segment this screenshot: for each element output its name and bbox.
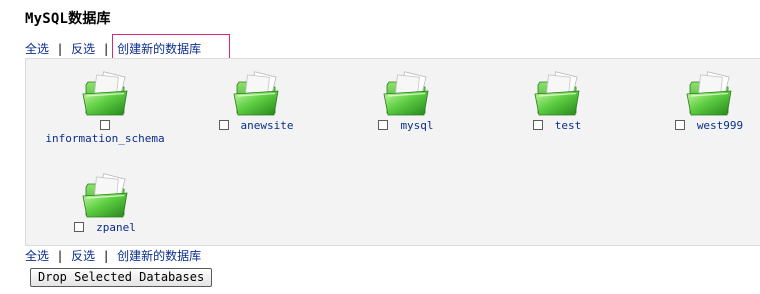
database-item-west999[interactable]: west999 [629, 71, 760, 133]
folder-icon[interactable] [80, 173, 130, 221]
bottom-action-links: 全选 | 反选 | 创建新的数据库 [25, 248, 201, 264]
database-name[interactable]: zpanel [96, 221, 136, 234]
database-item-information-schema[interactable]: information_schema [25, 71, 185, 146]
folder-icon[interactable] [80, 71, 130, 119]
database-checkbox[interactable] [378, 120, 389, 130]
link-separator: | [104, 42, 109, 56]
database-checkbox[interactable] [218, 120, 229, 130]
link-separator: | [58, 249, 63, 263]
folder-icon[interactable] [684, 71, 734, 119]
folder-icon[interactable] [532, 71, 582, 119]
create-database-link[interactable]: 创建新的数据库 [117, 42, 201, 56]
create-database-link[interactable]: 创建新的数据库 [117, 249, 201, 263]
database-name[interactable]: information_schema [25, 132, 185, 146]
database-item-zpanel[interactable]: zpanel [25, 173, 185, 235]
folder-icon[interactable] [381, 71, 431, 119]
invert-selection-link[interactable]: 反选 [71, 249, 95, 263]
database-checkbox[interactable] [74, 222, 85, 232]
select-all-link[interactable]: 全选 [25, 249, 49, 263]
folder-icon[interactable] [231, 71, 281, 119]
database-checkbox[interactable] [100, 120, 110, 130]
database-name[interactable]: west999 [697, 119, 743, 132]
database-item-test[interactable]: test [477, 71, 637, 133]
database-name[interactable]: test [555, 119, 582, 132]
page-title: MySQL数据库 [25, 11, 111, 27]
database-name[interactable]: anewsite [241, 119, 294, 132]
database-item-anewsite[interactable]: anewsite [176, 71, 336, 133]
database-name[interactable]: mysql [400, 119, 433, 132]
link-separator: | [104, 249, 109, 263]
database-checkbox[interactable] [674, 120, 685, 130]
top-action-links: 全选 | 反选 | 创建新的数据库 [25, 41, 201, 57]
link-separator: | [58, 42, 63, 56]
invert-selection-link[interactable]: 反选 [71, 42, 95, 56]
select-all-link[interactable]: 全选 [25, 42, 49, 56]
database-item-mysql[interactable]: mysql [326, 71, 486, 133]
database-checkbox[interactable] [532, 120, 543, 130]
drop-selected-databases-button[interactable]: Drop Selected Databases [30, 268, 213, 287]
database-list-panel: information_schema anewsite mysql test w… [25, 58, 760, 246]
